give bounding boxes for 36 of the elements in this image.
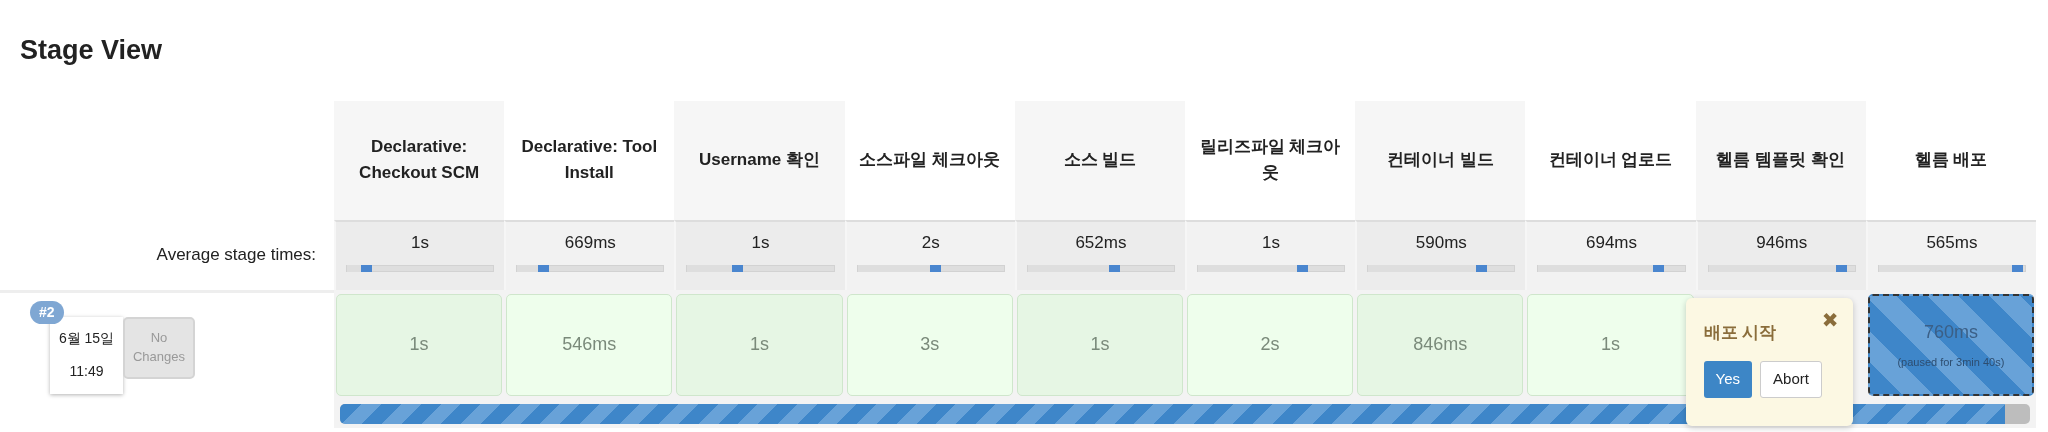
stage-cell[interactable]: 846ms: [1357, 293, 1524, 396]
stage-time: 1s: [751, 231, 770, 254]
stage-time: 565ms: [1926, 231, 1978, 254]
stage-time: 2s: [921, 231, 940, 254]
stage-time: 946ms: [1756, 231, 1808, 254]
stage-cell[interactable]: 1s: [1016, 293, 1183, 396]
build-time: 11:49: [69, 361, 104, 381]
stage-cell[interactable]: 546ms: [506, 293, 673, 396]
stage-time: 1s: [411, 231, 430, 254]
section-title: Stage View: [20, 34, 164, 67]
popover-title: 배포 시작: [1703, 321, 1778, 344]
pause-note: (paused for 3min 40s): [1897, 354, 2005, 370]
stage-header: 헬름 템플릿 확인: [1695, 100, 1866, 220]
paused-stage-cell[interactable]: 760ms (paused for 3min 40s): [1867, 293, 2034, 396]
stage-duration: 760ms: [1923, 320, 1978, 344]
abort-button[interactable]: Abort: [1760, 361, 1822, 398]
stage-cell[interactable]: 3s: [846, 293, 1013, 396]
stage-time: 1s: [1262, 231, 1281, 254]
stage-header: 소스 빌드: [1014, 100, 1185, 220]
row-label: Average stage times:: [156, 243, 316, 266]
stage-time: 694ms: [1585, 231, 1637, 254]
stage-time: 669ms: [564, 231, 616, 254]
stage-time: 590ms: [1415, 231, 1467, 254]
stage-header: Username 확인: [674, 100, 845, 220]
stage-cell[interactable]: 1s: [676, 293, 843, 396]
stage-cell[interactable]: 2s: [1187, 293, 1354, 396]
stage-header: 컨테이너 빌드: [1355, 100, 1526, 220]
changes-button[interactable]: No Changes: [123, 316, 195, 379]
build-number-badge[interactable]: #2: [30, 300, 64, 324]
proceed-button[interactable]: Yes: [1703, 361, 1753, 398]
close-button[interactable]: ✖: [1821, 309, 1839, 330]
stage-cell[interactable]: 1s: [1527, 293, 1694, 396]
stage-cell[interactable]: 1s: [336, 293, 503, 396]
stage-time: 652ms: [1075, 231, 1127, 254]
build-date: 6월 15일: [58, 329, 115, 349]
stage-header: Declarative: Checkout SCM: [334, 100, 505, 220]
